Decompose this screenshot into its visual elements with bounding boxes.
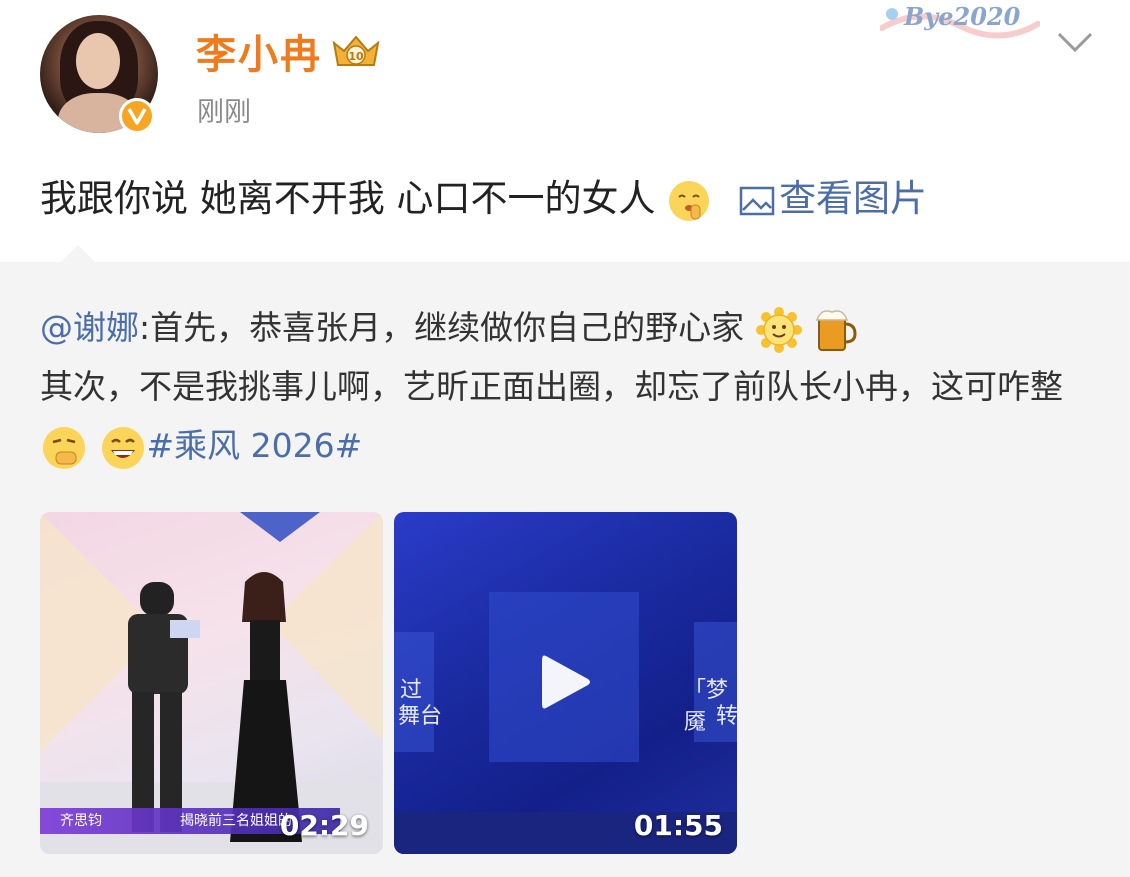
sun-smile-emoji-icon (755, 306, 802, 353)
image-icon[interactable] (739, 186, 775, 216)
repost-text-part2: 其次，不是我挑事儿啊，艺昕正面出圈，却忘了前队长小冉，这可咋整 (40, 367, 1063, 406)
repost-text: @谢娜:首先，恭喜张月，继续做你自己的野心家 其次，不是我挑事儿啊，艺昕正面出圈… (40, 298, 1100, 475)
chevron-down-icon[interactable] (1055, 30, 1095, 54)
video-2-overlay-left-2: 舞台 (398, 704, 443, 729)
hashtag-link[interactable]: #乘风 2026# (147, 426, 363, 465)
original-post: 李小冉 10 刚刚 Bye2020 我跟你说 她离不开我 心口不一的女人 查看图… (0, 0, 1130, 262)
video-2-overlay-right-2: 转 (716, 704, 737, 729)
repost-text-part1: :首先，恭喜张月，继续做你自己的野心家 (139, 308, 745, 347)
hmm-emoji-icon (43, 426, 85, 469)
timestamp: 刚刚 (197, 97, 251, 128)
video-1-duration: 02:29 (279, 809, 369, 842)
beer-emoji-icon (816, 309, 857, 351)
play-icon[interactable] (532, 650, 596, 714)
video-thumbnail-1[interactable]: 齐思钧 揭晓前三名姐姐的 02:29 (40, 512, 383, 854)
video-1-caption-name: 齐思钧 (60, 813, 102, 829)
video-2-duration: 01:55 (633, 809, 723, 842)
grin-emoji-icon (101, 426, 144, 469)
username[interactable]: 李小冉 (196, 22, 322, 80)
video-1-scene (40, 512, 383, 854)
crown-badge-icon[interactable]: 10 (330, 33, 382, 71)
view-image-link[interactable]: 查看图片 (779, 177, 927, 220)
post-content: 我跟你说 她离不开我 心口不一的女人 查看图片 (40, 168, 927, 223)
decoration-text: Bye2020 (904, 2, 1021, 31)
mention-link[interactable]: @谢娜 (40, 308, 139, 347)
crown-badge-label: 10 (348, 50, 364, 63)
repost-pointer (60, 245, 96, 263)
post-text: 我跟你说 她离不开我 心口不一的女人 (40, 177, 656, 220)
shushing-emoji-icon (669, 180, 710, 221)
verified-v-icon (119, 98, 155, 134)
video-1-caption-text: 揭晓前三名姐姐的 (180, 813, 292, 829)
video-thumbnail-2[interactable]: 过 舞台 「梦魇 转 01:55 (394, 512, 737, 854)
